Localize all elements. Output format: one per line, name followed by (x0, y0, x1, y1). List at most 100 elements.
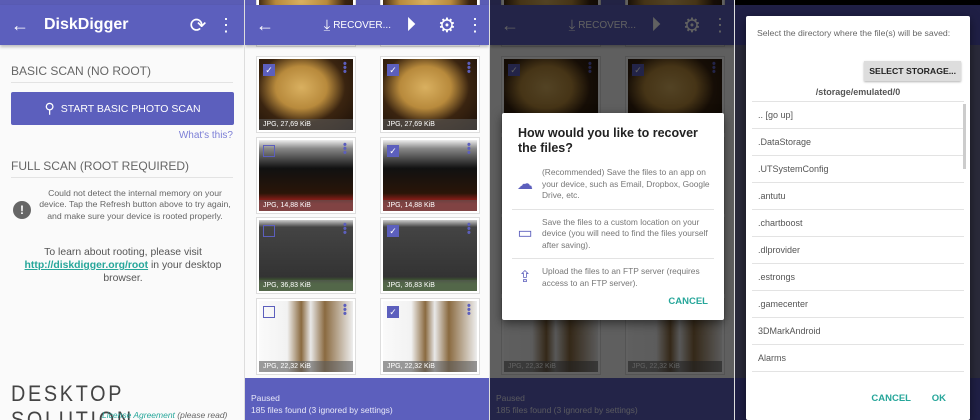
thumbnail-image: ••• JPG, 22,32 KiB (259, 301, 353, 372)
thumbnail-card[interactable]: • • • JPG, 22,32 KiB (256, 298, 356, 375)
thumbnail-image: ✓ ••• JPG, 22,32 KiB (383, 301, 477, 372)
checkbox-unchecked[interactable] (263, 145, 275, 157)
directory-item[interactable]: Alarms (752, 345, 964, 372)
start-basic-scan-button[interactable]: ⚲ START BASIC PHOTO SCAN (11, 92, 234, 125)
overflow-menu-icon[interactable]: • • • (467, 59, 471, 78)
recover-option[interactable]: ☁ (Recommended) Save the files to an app … (512, 160, 714, 210)
settings-icon[interactable]: ⚙ (433, 11, 461, 39)
current-path: /storage/emulated/0 (815, 87, 901, 97)
thumbnail-card[interactable]: ✓ • • • JPG, 27,69 KiB (256, 56, 356, 133)
dialog-title: How would you like to recover the files? (518, 126, 698, 155)
overflow-menu-icon[interactable]: • • • (467, 301, 471, 320)
overflow-menu-icon[interactable]: • • • (343, 220, 347, 239)
checkbox-unchecked[interactable] (263, 225, 275, 237)
directory-item[interactable]: .DataStorage (752, 129, 964, 156)
upload-icon: ⇪ (518, 268, 532, 286)
app-toolbar: ← DiskDigger ⟳ ⋮ (0, 5, 244, 45)
folder-icon: ▭ (517, 225, 533, 242)
scan-status: Paused (251, 393, 280, 403)
directory-item[interactable]: .. [go up] (752, 102, 964, 129)
select-storage-button[interactable]: SELECT STORAGE... (864, 61, 961, 81)
cancel-button[interactable]: CANCEL (871, 393, 911, 404)
recover-method-dialog: How would you like to recover the files?… (502, 113, 724, 320)
license-line: License Agreement (please read) (102, 410, 227, 420)
checkbox-checked[interactable]: ✓ (387, 64, 399, 76)
directory-item[interactable]: .gamecenter (752, 291, 964, 318)
scan-status-bar: Paused 185 files found (3 ignored by set… (245, 378, 489, 420)
license-link[interactable]: License Agreement (102, 410, 175, 420)
refresh-icon[interactable]: ⟳ (184, 11, 212, 39)
overflow-menu-icon[interactable]: • • • (467, 140, 471, 159)
back-arrow-icon[interactable]: ← (6, 11, 34, 39)
directory-item[interactable]: .dlprovider (752, 237, 964, 264)
overflow-menu-icon[interactable]: ⋮ (461, 11, 489, 39)
license-note: (please read) (174, 410, 228, 420)
basic-scan-header: BASIC SCAN (NO ROOT) (11, 64, 233, 83)
error-message: Could not detect the internal memory on … (39, 188, 231, 221)
thumbnail-caption: JPG, 14,88 KiB (259, 200, 353, 211)
list-scrollbar[interactable] (963, 104, 966, 169)
directory-list: .. [go up] .DataStorage .UTSystemConfig .an… (752, 101, 964, 372)
full-scan-header: FULL SCAN (ROOT REQUIRED) (11, 159, 233, 178)
directory-item[interactable]: .UTSystemConfig (752, 156, 964, 183)
thumbnail-caption: JPG, 22,32 KiB (383, 361, 477, 372)
thumbnail-card[interactable]: ✓ • • • JPG, 36,83 KiB (380, 217, 480, 294)
recover-option[interactable]: ▭ Save the files to a custom location on … (512, 210, 714, 259)
thumbnail-grid: ✓ ••• JPG, 41,69 KiB ✓ ••• JPG, 41,69 Ki… (245, 0, 489, 420)
thumbnail-card[interactable]: • • • JPG, 14,88 KiB (256, 137, 356, 214)
thumbnail-caption: JPG, 27,69 KiB (383, 119, 477, 130)
app-title: DiskDigger (44, 16, 129, 33)
diskdigger-home-screen: ← DiskDigger ⟳ ⋮ BASIC SCAN (NO ROOT) ⚲ … (0, 0, 245, 420)
results-toolbar: ← ⤓RECOVER... ⏵ ⚙ ⋮ (245, 5, 489, 45)
thumbnail-caption: JPG, 22,32 KiB (259, 361, 353, 372)
overflow-menu-icon[interactable]: • • • (467, 220, 471, 239)
files-found-count: 185 files found (3 ignored by settings) (251, 405, 393, 415)
thumbnail-card[interactable]: • • • JPG, 36,83 KiB (256, 217, 356, 294)
checkbox-checked[interactable]: ✓ (387, 306, 399, 318)
directory-item[interactable]: .antutu (752, 183, 964, 210)
select-directory-dialog: Select the directory where the file(s) w… (746, 16, 970, 420)
thumbnail-caption: JPG, 36,83 KiB (259, 280, 353, 291)
directory-item[interactable]: 3DMarkAndroid (752, 318, 964, 345)
thumbnail-image: ✓ ••• JPG, 27,69 KiB (259, 59, 353, 130)
ok-button[interactable]: OK (932, 393, 946, 404)
start-basic-scan-label: START BASIC PHOTO SCAN (60, 102, 201, 115)
rooting-link[interactable]: http://diskdigger.org/root (25, 260, 149, 271)
play-icon[interactable]: ⏵ (397, 11, 425, 39)
search-icon: ⚲ (44, 100, 55, 116)
whats-this-link[interactable]: What's this? (179, 130, 233, 141)
thumbnail-card[interactable]: ✓ • • • JPG, 27,69 KiB (380, 56, 480, 133)
cancel-button[interactable]: CANCEL (668, 296, 708, 307)
thumbnail-image: ••• JPG, 36,83 KiB (259, 220, 353, 291)
recover-button[interactable]: ⤓ RECOVER... (324, 17, 391, 34)
thumbnail-image: ✓ ••• JPG, 27,69 KiB (383, 59, 477, 130)
overflow-menu-icon[interactable]: • • • (343, 301, 347, 320)
checkbox-unchecked[interactable] (263, 306, 275, 318)
thumbnail-image: ✓ ••• JPG, 14,88 KiB (383, 140, 477, 211)
thumbnail-caption: JPG, 36,83 KiB (383, 280, 477, 291)
directory-item[interactable]: .estrongs (752, 264, 964, 291)
recover-options-list: ☁ (Recommended) Save the files to an app … (502, 160, 724, 296)
rooting-info-prefix: To learn about rooting, please visit (44, 247, 202, 258)
rooting-info: To learn about rooting, please visit htt… (10, 246, 236, 285)
checkbox-checked[interactable]: ✓ (387, 225, 399, 237)
checkbox-checked[interactable]: ✓ (263, 64, 275, 76)
overflow-menu-icon[interactable]: • • • (343, 59, 347, 78)
directory-prompt: Select the directory where the file(s) w… (757, 28, 951, 38)
thumbnail-image: ✓ ••• JPG, 36,83 KiB (383, 220, 477, 291)
overflow-menu-icon[interactable]: • • • (343, 140, 347, 159)
thumbnail-card[interactable]: ✓ • • • JPG, 22,32 KiB (380, 298, 480, 375)
recover-label: RECOVER... (333, 19, 391, 31)
thumbnail-caption: JPG, 14,88 KiB (383, 200, 477, 211)
warning-icon: ! (13, 201, 31, 219)
scan-results-screen: ← ⤓RECOVER... ⏵ ⚙ ⋮ ✓ ••• JPG, 41,69 KiB… (245, 0, 490, 420)
checkbox-checked[interactable]: ✓ (387, 145, 399, 157)
thumbnail-caption: JPG, 27,69 KiB (259, 119, 353, 130)
directory-item[interactable]: .chartboost (752, 210, 964, 237)
thumbnail-card[interactable]: ✓ • • • JPG, 14,88 KiB (380, 137, 480, 214)
back-arrow-icon[interactable]: ← (251, 11, 279, 39)
overflow-menu-icon[interactable]: ⋮ (212, 11, 240, 39)
select-directory-screen: Select the directory where the file(s) w… (735, 0, 980, 420)
thumbnail-image: ••• JPG, 14,88 KiB (259, 140, 353, 211)
recover-option[interactable]: ⇪ Upload the files to an FTP server (requ… (512, 259, 714, 296)
